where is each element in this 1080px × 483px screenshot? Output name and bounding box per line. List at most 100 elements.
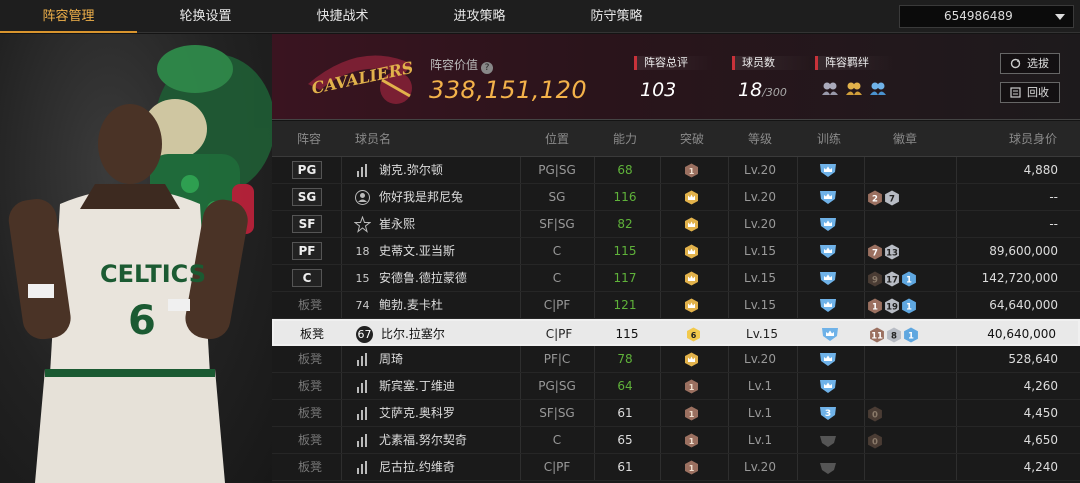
badge-list[interactable]: 0 [867,433,883,449]
column-divider [341,427,342,453]
player-name[interactable]: 安德鲁.德拉蒙德 [379,265,467,292]
breakthrough-icon[interactable]: 1 [684,406,699,421]
training-icon[interactable] [819,352,837,367]
breakthrough-icon[interactable] [684,190,699,205]
account-selector[interactable]: 654986489 [899,5,1074,28]
column-divider [864,400,865,426]
badge-list[interactable]: 1 19 1 [867,298,917,314]
breakthrough-icon[interactable]: 1 [684,460,699,475]
training-icon[interactable] [819,190,837,205]
player-name[interactable]: 尤素福.努尔契奇 [379,427,467,454]
badge-list[interactable]: 7 13 [867,244,900,260]
bond-icon-blue[interactable] [869,80,887,96]
training-icon[interactable] [819,298,837,313]
column-divider [341,211,342,237]
player-name[interactable]: 周琦 [379,346,403,373]
table-row[interactable]: SF 崔永熙 SF|SG 82 Lv.20 -- [272,211,1080,238]
badge-list[interactable]: 9 17 1 [867,271,917,287]
slot-badge: SG [292,188,322,206]
bond-icons [815,80,895,96]
col-player-value[interactable]: 球员身价 [1009,121,1057,157]
tab-defense[interactable]: 防守策略 [548,0,685,33]
player-name[interactable]: 艾萨克.奥科罗 [379,400,455,427]
svg-text:1: 1 [872,303,878,313]
player-ability: 68 [617,163,633,177]
table-row[interactable]: 板凳 周琦 PF|C 78 Lv.20 528,640 [272,346,1080,373]
training-icon[interactable] [819,433,837,448]
breakthrough-icon[interactable]: 1 [684,163,699,178]
tab-lineup[interactable]: 阵容管理 [0,0,137,33]
column-divider [864,292,865,318]
col-breakthrough[interactable]: 突破 [680,121,704,157]
tab-quick-tactics[interactable]: 快捷战术 [274,0,411,33]
badge-list[interactable]: 11 8 1 [869,327,919,343]
training-icon[interactable] [819,379,837,394]
badge-icon: 2 [867,190,883,206]
bond-icon-silver[interactable] [821,80,839,96]
table-row[interactable]: 板凳 尼古拉.约维奇 C|PF 61 1 Lv.20 4,240 [272,454,1080,481]
breakthrough-icon[interactable] [684,298,699,313]
table-row[interactable]: 板凳 斯宾塞.丁维迪 PG|SG 64 1 Lv.1 4,260 [272,373,1080,400]
table-row[interactable]: 板凳 艾萨克.奥科罗 SF|SG 61 1 Lv.1 3 0 4,450 [272,400,1080,427]
col-position[interactable]: 位置 [545,121,569,157]
breakthrough-icon[interactable] [684,352,699,367]
col-slot[interactable]: 阵容 [297,121,321,157]
training-icon[interactable] [819,217,837,232]
table-row[interactable]: C 15 安德鲁.德拉蒙德 C 117 Lv.15 9 17 1 142,720,000 [272,265,1080,292]
slot-bench-label: 板凳 [298,298,323,312]
recycle-button[interactable]: 回收 [1000,82,1060,103]
table-row[interactable]: 板凳 67 比尔.拉塞尔 C|PF 115 6 Lv.15 11 8 1 40,640,000 [272,319,1080,346]
table-row[interactable]: 板凳 尤素福.努尔契奇 C 65 1 Lv.1 0 4,650 [272,427,1080,454]
breakthrough-icon[interactable]: 1 [684,379,699,394]
player-name[interactable]: 鲍勃.麦卡杜 [379,292,443,319]
table-row[interactable]: PF 18 史蒂文.亚当斯 C 115 Lv.15 7 13 89,600,000 [272,238,1080,265]
badge-icon: 19 [884,298,900,314]
player-name[interactable]: 你好我是邦尼兔 [379,184,463,211]
player-name[interactable]: 谢克.弥尔顿 [379,157,443,184]
column-divider [660,211,661,237]
player-name[interactable]: 斯宾塞.丁维迪 [379,373,455,400]
badge-list[interactable]: 27 [867,190,900,206]
col-badges[interactable]: 徽章 [893,121,917,157]
select-button[interactable]: 选拔 [1000,53,1060,74]
tab-rotation[interactable]: 轮换设置 [137,0,274,33]
col-training[interactable]: 训练 [817,121,841,157]
table-row[interactable]: 板凳 74 鲍勃.麦卡杜 C|PF 121 Lv.15 1 19 1 64,640,000 [272,292,1080,319]
training-icon[interactable] [819,460,837,475]
badge-list[interactable]: 0 [867,406,883,422]
column-divider [956,157,957,183]
col-level[interactable]: 等级 [748,121,772,157]
column-divider [864,238,865,264]
column-divider [956,265,957,291]
help-icon[interactable]: ? [481,62,494,74]
player-name[interactable]: 崔永熙 [379,211,415,238]
player-position: PG|SG [538,163,576,177]
bond-icon-gold[interactable] [845,80,863,96]
player-ability: 61 [617,406,633,420]
player-name[interactable]: 比尔.拉塞尔 [381,321,445,348]
training-icon[interactable] [821,327,839,342]
breakthrough-icon[interactable] [684,244,699,259]
player-name[interactable]: 尼古拉.约维奇 [379,454,455,481]
player-position: SG [548,190,566,204]
breakthrough-icon[interactable]: 6 [686,327,701,342]
col-ability[interactable]: 能力 [613,121,637,157]
training-icon[interactable]: 3 [819,406,837,421]
table-row[interactable]: SG 你好我是邦尼兔 SG 116 Lv.20 2 7 -- [272,184,1080,211]
col-name[interactable]: 球员名 [355,121,391,157]
tab-offense[interactable]: 进攻策略 [411,0,548,33]
player-ability: 121 [613,298,637,312]
stat-player-count-label: 球员数 [732,56,812,70]
training-icon[interactable] [819,244,837,259]
breakthrough-icon[interactable]: 1 [684,433,699,448]
player-name[interactable]: 史蒂文.亚当斯 [379,238,455,265]
player-ability: 65 [617,433,633,447]
player-value: 4,450 [1023,406,1058,420]
training-icon[interactable] [819,271,837,286]
table-row[interactable]: PG 谢克.弥尔顿 PG|SG 68 1 Lv.20 4,880 [272,157,1080,184]
breakthrough-icon[interactable] [684,271,699,286]
breakthrough-icon[interactable] [684,217,699,232]
svg-text:13: 13 [886,249,898,259]
column-divider [660,292,661,318]
training-icon[interactable] [819,163,837,178]
